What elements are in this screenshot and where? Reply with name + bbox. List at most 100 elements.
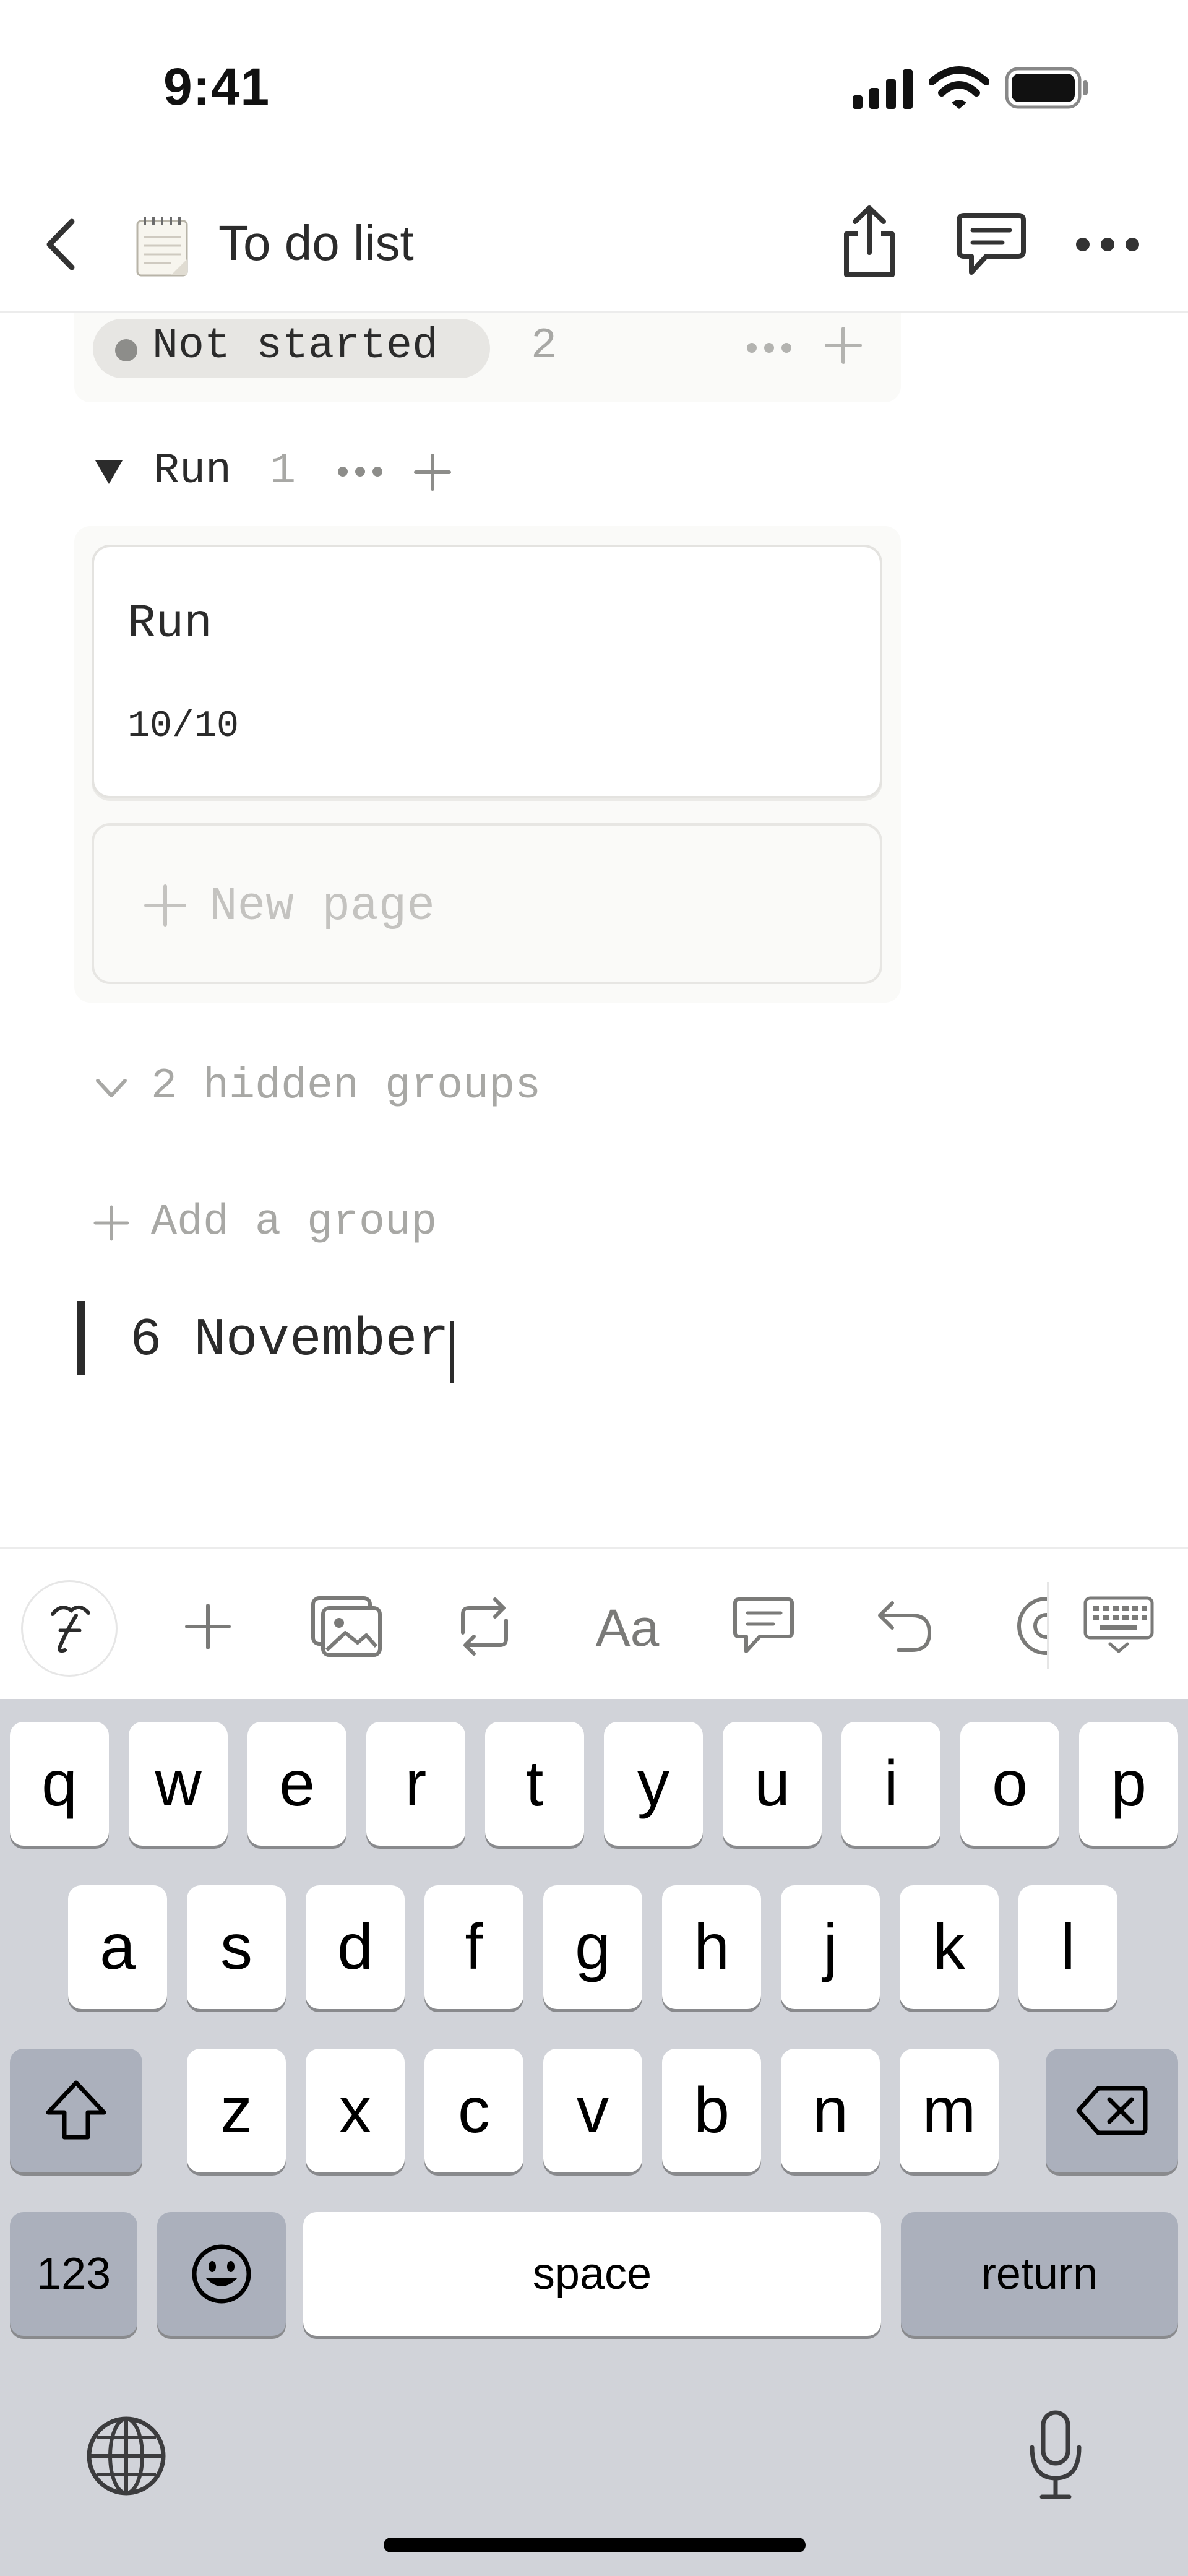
page-icon-notepad [134, 214, 191, 278]
shift-arrow-icon [46, 2080, 106, 2140]
group-count-not-started: 2 [531, 322, 557, 371]
more-options-button[interactable] [1074, 232, 1141, 257]
emoji-key[interactable] [157, 2212, 286, 2336]
numbers-key[interactable]: 123 [10, 2212, 137, 2336]
key-b[interactable]: b [662, 2049, 761, 2172]
key-d[interactable]: d [306, 1885, 405, 2009]
status-time: 9:41 [163, 58, 270, 116]
backspace-icon [1076, 2086, 1148, 2135]
key-v[interactable]: v [543, 2049, 642, 2172]
key-w[interactable]: w [129, 1722, 228, 1846]
ai-assistant-button[interactable] [21, 1580, 118, 1677]
editor-text: 6 November [130, 1310, 450, 1370]
turn-into-button[interactable] [450, 1596, 519, 1658]
key-o[interactable]: o [960, 1722, 1059, 1846]
key-l[interactable]: l [1018, 1885, 1117, 2009]
shift-key[interactable] [10, 2049, 142, 2172]
key-s[interactable]: s [187, 1885, 286, 2009]
globe-icon [87, 2416, 166, 2496]
key-q[interactable]: q [10, 1722, 109, 1846]
collapse-toggle[interactable] [93, 458, 125, 486]
key-y[interactable]: y [604, 1722, 703, 1846]
insert-block-button[interactable] [183, 1602, 233, 1651]
plus-icon [825, 327, 862, 364]
triangle-down-icon [95, 460, 123, 484]
key-m[interactable]: m [900, 2049, 999, 2172]
ellipsis-icon [747, 343, 791, 353]
battery-icon [1005, 67, 1089, 109]
text-cursor [450, 1320, 455, 1383]
ai-face-icon [51, 1605, 90, 1653]
group-label-not-started: Not started [152, 322, 439, 371]
mention-button[interactable] [1012, 1592, 1047, 1660]
undo-icon [878, 1601, 932, 1652]
home-indicator [384, 2538, 806, 2552]
delete-key[interactable] [1046, 2049, 1178, 2172]
comments-button[interactable] [955, 210, 1027, 279]
board-card-run[interactable] [92, 545, 882, 798]
emoji-icon [192, 2244, 251, 2304]
keyboard-icon [1083, 1596, 1154, 1653]
key-x[interactable]: x [306, 2049, 405, 2172]
key-a[interactable]: a [68, 1885, 167, 2009]
ellipsis-icon [1076, 238, 1139, 251]
at-sign-icon [1017, 1597, 1047, 1655]
plus-icon [185, 1604, 231, 1649]
chevron-down-icon [94, 1076, 129, 1100]
text-style-label: Aa [595, 1598, 660, 1657]
new-page-label: New page [209, 880, 435, 933]
plus-icon [414, 454, 451, 491]
key-e[interactable]: e [248, 1722, 346, 1846]
key-f[interactable]: f [424, 1885, 523, 2009]
group-options-button[interactable] [746, 339, 793, 357]
key-i[interactable]: i [842, 1722, 940, 1846]
comment-icon [733, 1597, 794, 1653]
key-u[interactable]: u [723, 1722, 822, 1846]
group-add-button[interactable] [823, 325, 864, 366]
key-j[interactable]: j [781, 1885, 880, 2009]
add-group-label: Add a group [151, 1198, 437, 1247]
add-comment-button[interactable] [731, 1596, 796, 1658]
card-date: 10/10 [127, 706, 239, 748]
quote-bar [77, 1301, 85, 1375]
key-r[interactable]: r [366, 1722, 465, 1846]
plus-icon [144, 884, 187, 927]
group-options-button[interactable] [337, 463, 384, 480]
ellipsis-icon [338, 467, 382, 477]
cellular-signal-icon [853, 68, 915, 109]
group-label-run: Run [153, 447, 232, 496]
undo-button[interactable] [874, 1597, 936, 1656]
group-count-run: 1 [270, 447, 296, 496]
dictation-button[interactable] [1025, 2409, 1087, 2502]
toolbar-divider [1047, 1582, 1049, 1669]
dismiss-keyboard-button[interactable] [1082, 1594, 1156, 1656]
key-z[interactable]: z [187, 2049, 286, 2172]
key-t[interactable]: t [485, 1722, 584, 1846]
comment-icon [957, 213, 1026, 275]
group-add-button[interactable] [412, 452, 453, 493]
space-key[interactable]: space [303, 2212, 881, 2336]
wifi-icon [928, 66, 990, 110]
language-switch-button[interactable] [84, 2414, 168, 2498]
plus-icon [93, 1204, 130, 1242]
hidden-groups-label: 2 hidden groups [151, 1062, 541, 1111]
image-icon [311, 1596, 382, 1657]
key-c[interactable]: c [424, 2049, 523, 2172]
text-block-editor[interactable]: 6 November [130, 1306, 872, 1383]
chevron-left-icon [46, 218, 75, 270]
key-h[interactable]: h [662, 1885, 761, 2009]
key-k[interactable]: k [900, 1885, 999, 2009]
text-style-button[interactable]: Aa [593, 1597, 662, 1659]
share-button[interactable] [837, 203, 902, 281]
status-dot [115, 339, 137, 361]
key-p[interactable]: p [1079, 1722, 1178, 1846]
return-key[interactable]: return [901, 2212, 1178, 2336]
convert-arrows-icon [461, 1597, 508, 1656]
card-title: Run [127, 597, 212, 650]
key-n[interactable]: n [781, 2049, 880, 2172]
insert-media-button[interactable] [311, 1596, 382, 1658]
share-icon [844, 205, 895, 277]
key-g[interactable]: g [543, 1885, 642, 2009]
microphone-icon [1030, 2410, 1082, 2499]
back-button[interactable] [37, 210, 87, 279]
